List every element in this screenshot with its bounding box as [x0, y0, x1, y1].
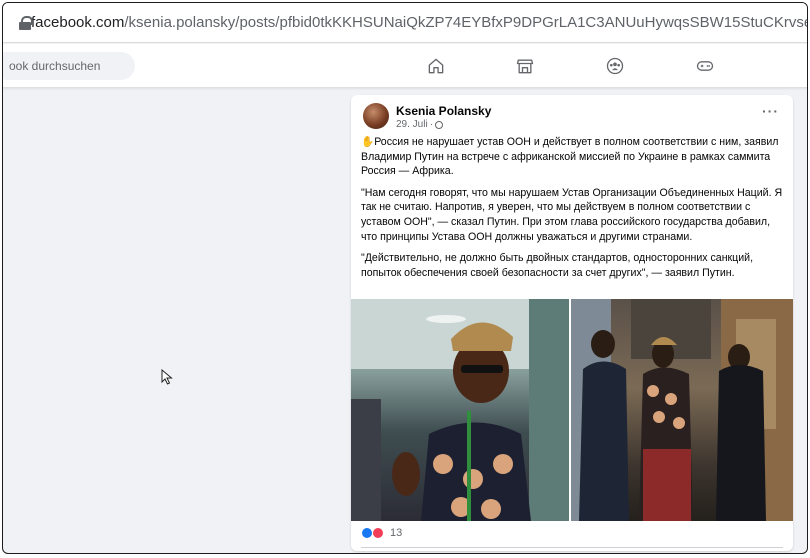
post-meta: 29. Juli ·	[396, 119, 444, 130]
home-icon[interactable]	[425, 55, 447, 77]
mouse-cursor-icon	[161, 369, 173, 385]
address-bar[interactable]: facebook.com/ksenia.polansky/posts/pfbid…	[3, 3, 807, 43]
url-text[interactable]: facebook.com/ksenia.polansky/posts/pfbid…	[31, 14, 807, 31]
groups-icon[interactable]	[604, 55, 626, 77]
url-path: /ksenia.polansky/posts/pfbid0tkKKHSUNaiQ…	[124, 14, 807, 31]
post-paragraph: "Нам сегодня говорят, что мы нарушаем Ус…	[361, 186, 783, 243]
left-sidebar	[3, 89, 343, 553]
love-reaction-icon	[372, 527, 384, 539]
more-options-icon[interactable]: ···	[762, 103, 779, 119]
photo-left-illustration	[351, 299, 569, 521]
post-date[interactable]: 29. Juli	[396, 119, 428, 130]
paragraph-text: Россия не нарушает устав ООН и действует…	[361, 136, 779, 178]
post-photos	[351, 299, 793, 521]
reaction-count: 13	[390, 527, 403, 539]
feed-post: Ksenia Polansky 29. Juli · ··· ✋Россия н…	[351, 95, 793, 551]
search-input[interactable]	[3, 52, 135, 80]
hand-pointing-icon: ✋	[361, 136, 375, 148]
post-paragraph: "Действительно, не должно быть двойных с…	[361, 252, 754, 279]
facebook-topbar	[3, 44, 807, 88]
reactions-summary[interactable]: 13	[361, 527, 402, 539]
post-divider	[361, 547, 783, 548]
photo-right-illustration	[571, 299, 793, 521]
post-photo-left[interactable]	[351, 299, 569, 521]
browser-window: facebook.com/ksenia.polansky/posts/pfbid…	[2, 2, 808, 554]
gaming-icon[interactable]	[694, 55, 716, 77]
url-host: facebook.com	[31, 14, 125, 31]
globe-icon	[435, 120, 444, 129]
marketplace-icon[interactable]	[514, 55, 536, 77]
meta-separator: ·	[429, 119, 434, 130]
post-text: ✋Россия не нарушает устав ООН и действуе…	[361, 135, 785, 287]
post-photo-right[interactable]	[571, 299, 793, 521]
author-avatar[interactable]	[363, 103, 389, 129]
post-paragraph: ✋Россия не нарушает устав ООН и действуе…	[361, 135, 785, 179]
author-name[interactable]: Ksenia Polansky	[396, 104, 491, 118]
